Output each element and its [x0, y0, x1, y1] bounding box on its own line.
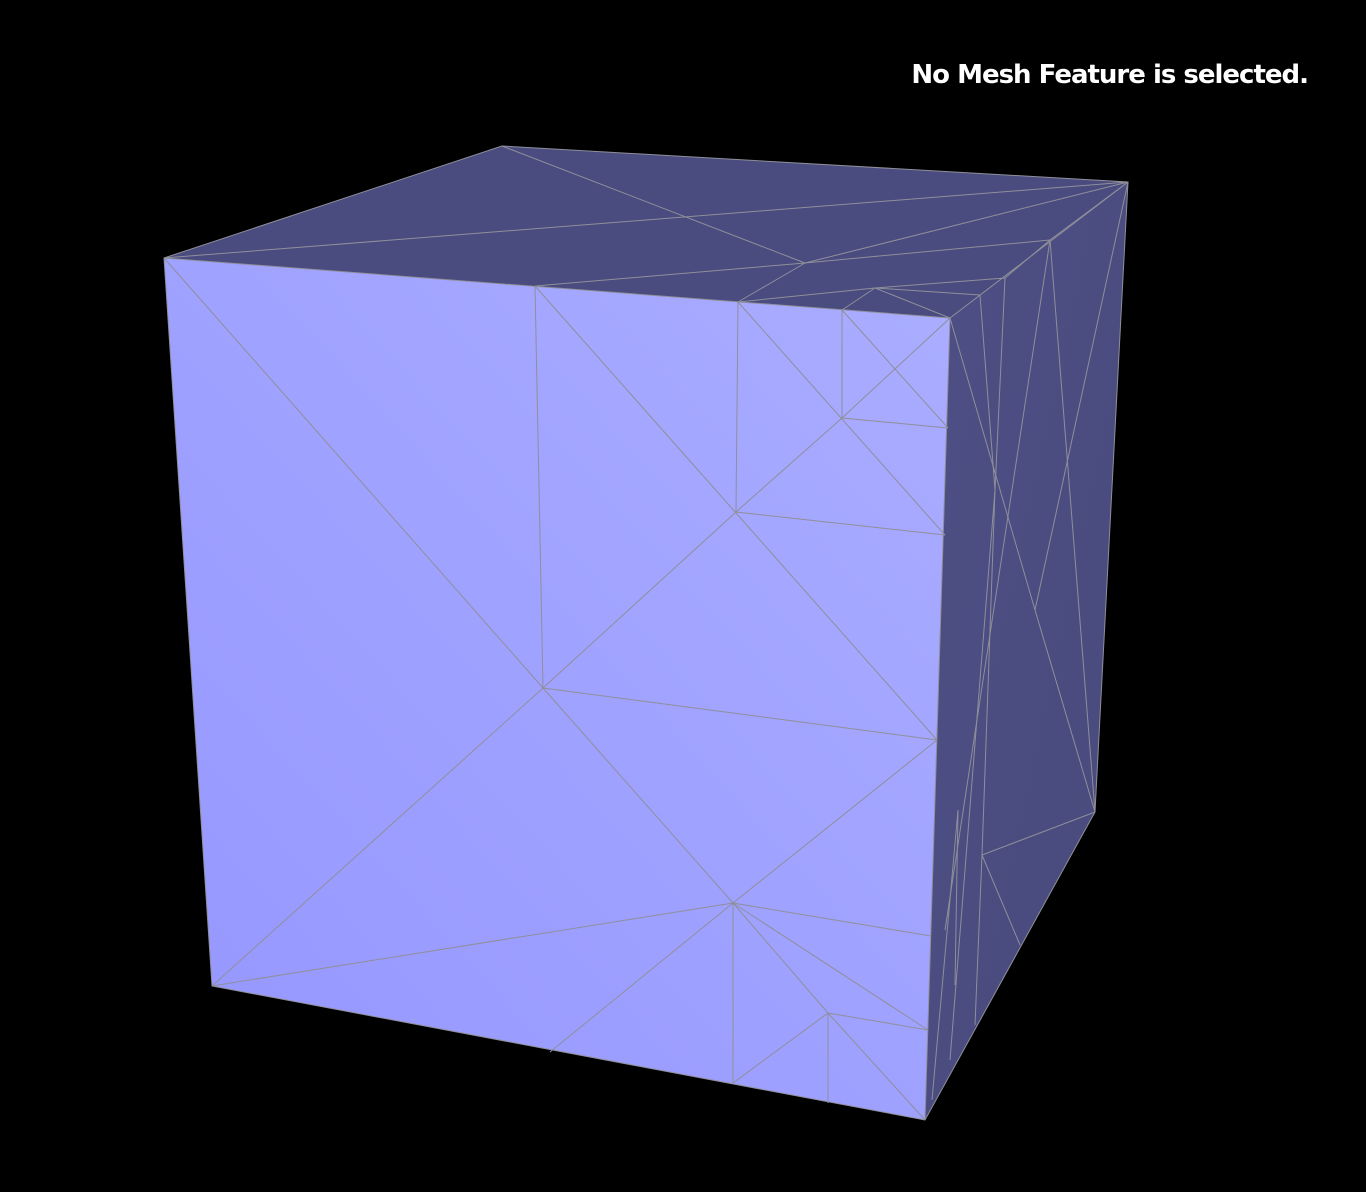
cube-mesh[interactable] [0, 0, 1366, 1192]
selection-status-message: No Mesh Feature is selected. [911, 60, 1309, 90]
front-face [164, 258, 950, 1120]
3d-viewport[interactable]: No Mesh Feature is selected. [0, 0, 1366, 1192]
